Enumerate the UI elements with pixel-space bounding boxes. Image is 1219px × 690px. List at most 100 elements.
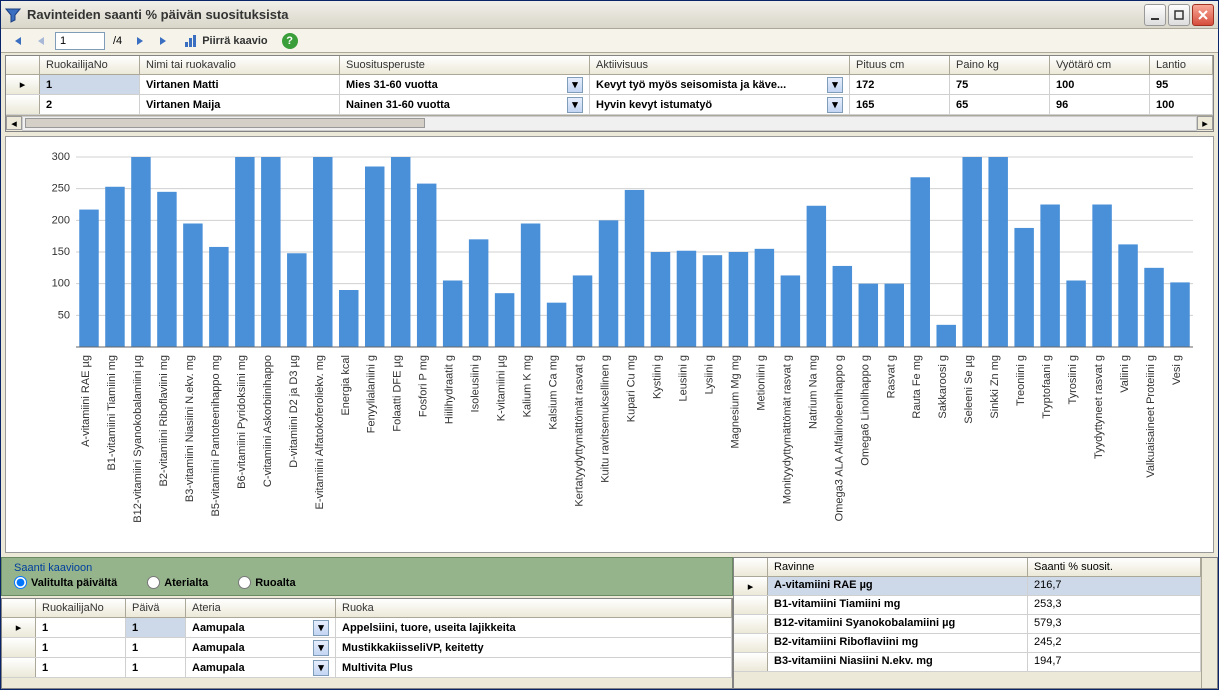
help-icon[interactable]: ? [282,33,298,49]
svg-text:Lysiini g: Lysiini g [703,355,715,394]
prev-page-button[interactable] [31,32,51,50]
table-row[interactable]: B3-vitamiini Niasiini N.ekv. mg 194,7 [734,653,1201,672]
draw-chart-button[interactable]: Piirrä kaavio [178,32,273,50]
svg-text:Isoleusiini g: Isoleusiini g [470,355,482,412]
svg-text:D-vitamiini D2 ja D3 µg: D-vitamiini D2 ja D3 µg [288,355,300,468]
bar [573,275,592,347]
bar [781,275,800,347]
col-ruokailijano[interactable]: RuokailijaNo [40,56,140,74]
row-selector-header [6,56,40,74]
table-row[interactable]: 1 1 Aamupala▾ MustikkakiisseliVP, keitet… [2,638,732,658]
svg-text:Seleeni Se µg: Seleeni Se µg [963,355,975,424]
col-pituus[interactable]: Pituus cm [850,56,950,74]
toolbar: /4 Piirrä kaavio ? [1,29,1218,53]
svg-text:Kalium K mg: Kalium K mg [522,355,534,417]
chevron-down-icon[interactable]: ▾ [313,660,329,676]
col-suositus[interactable]: Suositusperuste [340,56,590,74]
svg-text:Energia kcal: Energia kcal [340,355,352,416]
col-nimi[interactable]: Nimi tai ruokavalio [140,56,340,74]
table-row[interactable]: ▸ 1 1 Aamupala▾ Appelsiini, tuore, useit… [2,618,732,638]
radio-valitulta[interactable]: Valitulta päivältä [14,576,117,589]
svg-text:Tyrosiini g: Tyrosiini g [1067,355,1079,405]
bar [677,251,696,347]
svg-text:Magnesium Mg mg: Magnesium Mg mg [729,355,741,449]
page-number-input[interactable] [55,32,105,50]
bar [651,252,670,347]
col-lantio[interactable]: Lantio [1150,56,1213,74]
col-ravinne[interactable]: Ravinne [768,558,1028,576]
chevron-down-icon[interactable]: ▾ [827,97,843,113]
table-row[interactable]: 2 Virtanen Maija Nainen 31-60 vuotta▾ Hy… [6,95,1213,115]
bar [443,281,462,348]
svg-text:Leusiini g: Leusiini g [677,355,689,401]
bar [391,157,410,347]
radio-ruoalta[interactable]: Ruoalta [238,576,295,589]
table-row[interactable]: 1 1 Aamupala▾ Multivita Plus [2,658,732,678]
col-paiva[interactable]: Päivä [126,599,186,617]
bar [859,284,878,347]
bar [157,192,176,347]
table-row[interactable]: B12-vitamiini Syanokobalamiini µg 579,3 [734,615,1201,634]
bar [807,206,826,347]
bar [936,325,955,347]
radio-legend: Saanti kaavioon [14,562,296,574]
col-paino[interactable]: Paino kg [950,56,1050,74]
svg-text:C-vitamiini Askorbiinihappo: C-vitamiini Askorbiinihappo [262,355,274,487]
scroll-right-button[interactable]: ▸ [1197,116,1213,130]
svg-text:Vesi g: Vesi g [1171,355,1183,385]
svg-text:B6-vitamiini Pyridoksiini mg: B6-vitamiini Pyridoksiini mg [236,355,248,489]
svg-text:K-vitamiini µg: K-vitamiini µg [496,355,508,421]
svg-text:Folaatti DFE µg: Folaatti DFE µg [392,355,404,432]
col-vyotaro[interactable]: Vyötärö cm [1050,56,1150,74]
scroll-left-button[interactable]: ◂ [6,116,22,130]
minimize-button[interactable] [1144,4,1166,26]
chevron-down-icon[interactable]: ▾ [567,97,583,113]
svg-text:Tryptofaani g: Tryptofaani g [1041,355,1053,419]
table-row[interactable]: B1-vitamiini Tiamiini mg 253,3 [734,596,1201,615]
svg-text:200: 200 [52,214,70,226]
svg-text:Monityydyttymättömät rasvat g: Monityydyttymättömät rasvat g [781,355,793,504]
svg-text:A-vitamiini RAE µg: A-vitamiini RAE µg [80,355,92,447]
col-ruoka[interactable]: Ruoka [336,599,732,617]
radio-aterialta[interactable]: Aterialta [147,576,208,589]
chevron-down-icon[interactable]: ▾ [567,77,583,93]
nutrients-grid: Ravinne Saanti % suosit. ▸ A-vitamiini R… [733,557,1218,689]
svg-text:Omega3 ALA Alfalinoleenihappo: Omega3 ALA Alfalinoleenihappo g [833,355,845,521]
first-page-button[interactable] [7,32,27,50]
col-ruokailijano2[interactable]: RuokailijaNo [36,599,126,617]
table-row[interactable]: ▸ A-vitamiini RAE µg 216,7 [734,577,1201,596]
chevron-down-icon[interactable]: ▾ [313,620,329,636]
last-page-button[interactable] [154,32,174,50]
v-scrollbar[interactable] [1201,558,1217,688]
draw-chart-label: Piirrä kaavio [202,35,267,47]
svg-text:Hiilihydraatit g: Hiilihydraatit g [444,355,456,424]
bar [417,184,436,347]
close-button[interactable] [1192,4,1214,26]
svg-text:Tyydyttyneet rasvat g: Tyydyttyneet rasvat g [1093,355,1105,459]
bar [1040,205,1059,348]
next-page-button[interactable] [130,32,150,50]
page-total-label: /4 [109,35,126,47]
col-ateria[interactable]: Ateria [186,599,336,617]
svg-text:Sinkki Zn mg: Sinkki Zn mg [989,355,1001,419]
chevron-down-icon[interactable]: ▾ [827,77,843,93]
bar [1014,228,1033,347]
maximize-button[interactable] [1168,4,1190,26]
svg-text:B5-vitamiini Pantoteenihappo m: B5-vitamiini Pantoteenihappo mg [210,355,222,516]
svg-text:300: 300 [52,151,70,163]
bar [885,284,904,347]
col-saanti[interactable]: Saanti % suosit. [1028,558,1201,576]
table-row[interactable]: B2-vitamiini Riboflaviini mg 245,2 [734,634,1201,653]
svg-text:Rauta Fe mg: Rauta Fe mg [911,355,923,419]
svg-text:Valiini g: Valiini g [1119,355,1131,393]
svg-text:Kupari Cu mg: Kupari Cu mg [626,355,638,422]
bar [547,303,566,347]
svg-text:Natrium Na mg: Natrium Na mg [807,355,819,429]
bar [287,253,306,347]
h-scrollbar[interactable]: ◂ ▸ [6,115,1213,131]
persons-grid: RuokailijaNo Nimi tai ruokavalio Suositu… [5,55,1214,132]
chevron-down-icon[interactable]: ▾ [313,640,329,656]
table-row[interactable]: ▸ 1 Virtanen Matti Mies 31-60 vuotta▾ Ke… [6,75,1213,95]
svg-text:B12-vitamiini Syanokobalamiini: B12-vitamiini Syanokobalamiini µg [132,355,144,523]
col-aktiivisuus[interactable]: Aktiivisuus [590,56,850,74]
